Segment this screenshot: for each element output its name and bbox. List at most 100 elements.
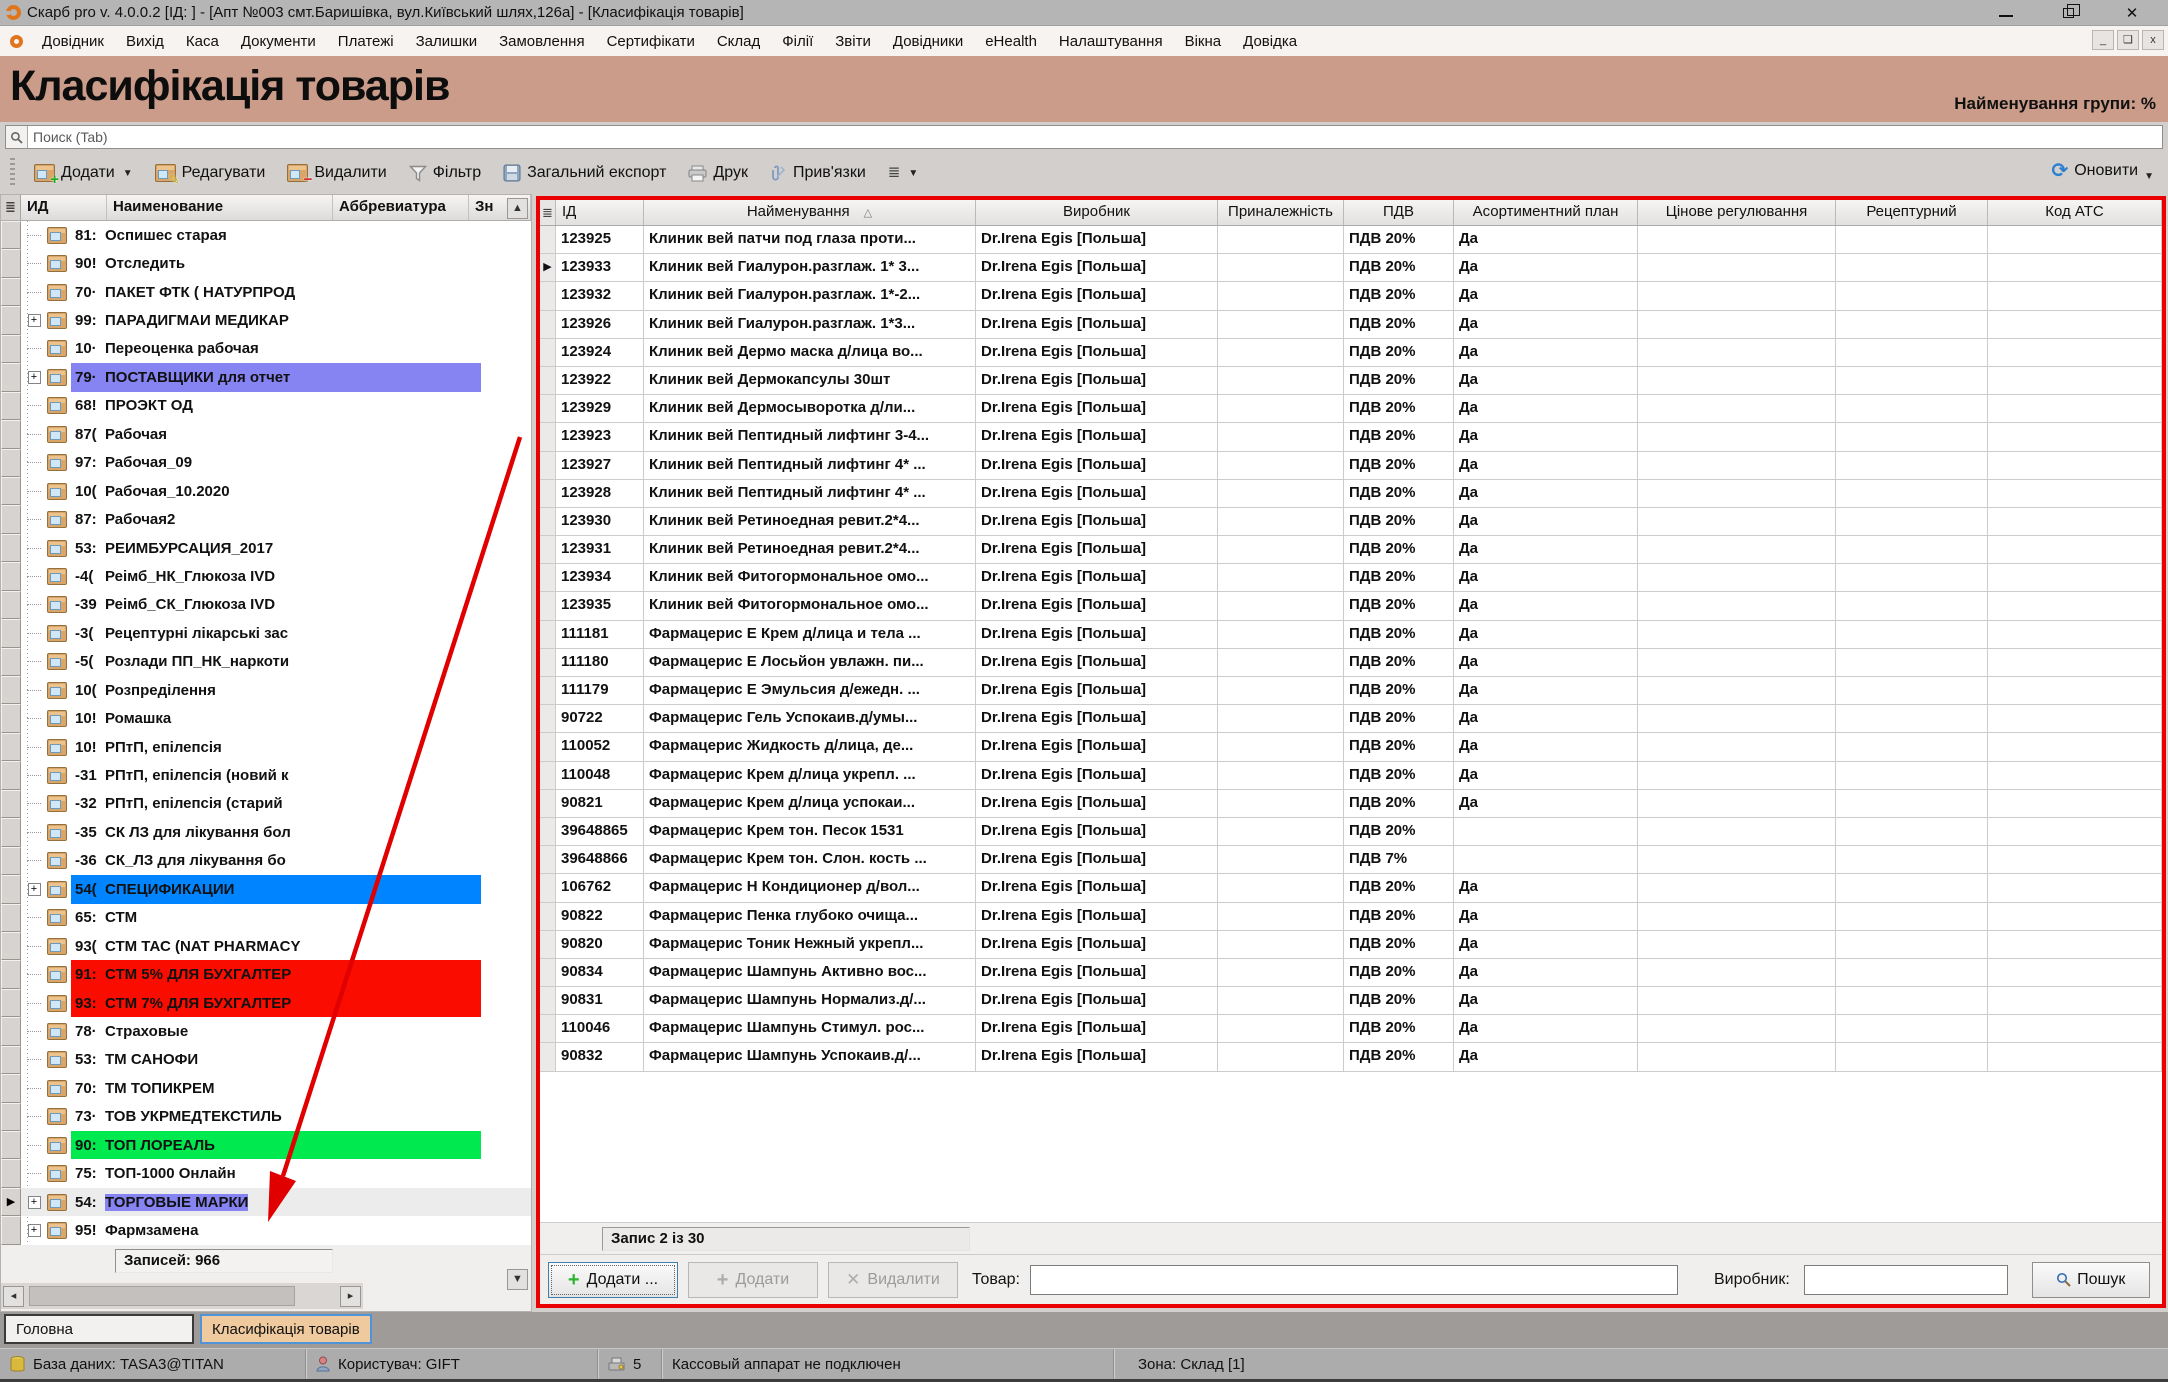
add-button[interactable]: + Додати▼ — [25, 160, 142, 186]
tree-row-selector[interactable] — [1, 591, 21, 619]
tree-row-selector[interactable] — [1, 505, 21, 533]
tree-row-selector[interactable] — [1, 534, 21, 562]
table-row[interactable]: 123930Клиник вей Ретиноедная ревит.2*4..… — [540, 508, 2162, 536]
table-row[interactable]: 123935Клиник вей Фитогормональное омо...… — [540, 592, 2162, 620]
table-row[interactable]: 123924Клиник вей Дермо маска д/лица во..… — [540, 339, 2162, 367]
close-button[interactable]: ✕ — [2124, 4, 2140, 22]
edit-button[interactable]: ✎ Редагувати — [146, 160, 275, 186]
tree-row[interactable]: +54(СПЕЦИФИКАЦИИ — [1, 875, 531, 903]
table-row[interactable]: 123932Клиник вей Гиалурон.разглаж. 1*-2.… — [540, 282, 2162, 310]
tree-row[interactable]: 73·ТОВ УКРМЕДТЕКСТИЛЬ — [1, 1103, 531, 1131]
tree-row-selector[interactable] — [1, 1046, 21, 1074]
tree-row-selector[interactable] — [1, 989, 21, 1017]
tree-row[interactable]: 65:СТМ — [1, 904, 531, 932]
maker-input[interactable] — [1804, 1265, 2008, 1295]
tree-row[interactable]: -39Реімб_СК_Глюкоза IVD — [1, 591, 531, 619]
row-selector[interactable] — [540, 311, 556, 338]
table-row[interactable]: ▶123933Клиник вей Гиалурон.разглаж. 1* 3… — [540, 254, 2162, 282]
expand-plus-icon[interactable]: + — [28, 883, 41, 896]
tree-horizontal-scrollbar[interactable]: ◂ ▸ — [1, 1283, 363, 1309]
tree-row[interactable]: 53:ТМ САНОФИ — [1, 1046, 531, 1074]
expand-plus-icon[interactable]: + — [28, 314, 41, 327]
row-selector[interactable] — [540, 874, 556, 901]
tree-row-selector[interactable] — [1, 420, 21, 448]
tree-row-content[interactable]: -32РПтП, епілепсія (старий — [21, 790, 531, 818]
tree-row-content[interactable]: 78·Страховые — [21, 1017, 531, 1045]
table-col-id[interactable]: ІД — [556, 200, 644, 225]
tree-col-id[interactable]: ИД — [21, 195, 107, 220]
tree-row-content[interactable]: 70·ПАКЕТ ФТК ( НАТУРПРОД — [21, 278, 531, 306]
tree-row[interactable]: 10·Переоценка рабочая — [1, 335, 531, 363]
row-selector[interactable] — [540, 931, 556, 958]
tree-row-content[interactable]: 73·ТОВ УКРМЕДТЕКСТИЛЬ — [21, 1103, 531, 1131]
tree-row-content[interactable]: +95!Фармзамена — [21, 1216, 531, 1244]
row-selector[interactable] — [540, 282, 556, 309]
tree-row-content[interactable]: +79·ПОСТАВЩИКИ для отчет — [21, 363, 531, 391]
tree-row[interactable]: +79·ПОСТАВЩИКИ для отчет — [1, 363, 531, 391]
table-row[interactable]: 110052Фармацерис Жидкость д/лица, де...D… — [540, 733, 2162, 761]
add-product-dialog-button[interactable]: + Додати ... — [548, 1262, 678, 1298]
tree-scroll-down-button[interactable]: ▼ — [507, 1269, 528, 1290]
table-col-atc[interactable]: Код АТС — [1988, 200, 2162, 225]
table-row[interactable]: 111181Фармацерис Е Крем д/лица и тела ..… — [540, 621, 2162, 649]
tree-row-selector[interactable] — [1, 1216, 21, 1244]
tree-row-selector[interactable] — [1, 704, 21, 732]
menu-item-платежі[interactable]: Платежі — [327, 33, 405, 50]
row-selector[interactable] — [540, 452, 556, 479]
table-row[interactable]: 111180Фармацерис Е Лосьйон увлажн. пи...… — [540, 649, 2162, 677]
table-row[interactable]: 123927Клиник вей Пептидный лифтинг 4* ..… — [540, 452, 2162, 480]
tree-row[interactable]: 78·Страховые — [1, 1017, 531, 1045]
table-col-prin[interactable]: Приналежність — [1218, 200, 1344, 225]
table-col-pdv[interactable]: ПДВ — [1344, 200, 1454, 225]
row-selector[interactable] — [540, 649, 556, 676]
table-col-name[interactable]: Найменування△ — [644, 200, 976, 225]
row-selector[interactable] — [540, 733, 556, 760]
expand-plus-icon[interactable]: + — [28, 1224, 41, 1237]
tree-row-content[interactable]: 97:Рабочая_09 — [21, 449, 531, 477]
tree-row[interactable]: 10(Розпреділення — [1, 676, 531, 704]
links-button[interactable]: Прив'язки — [761, 160, 875, 186]
menu-item-залишки[interactable]: Залишки — [405, 33, 489, 50]
menu-item-сертифікати[interactable]: Сертифікати — [596, 33, 706, 50]
menu-item-документи[interactable]: Документи — [230, 33, 327, 50]
tree-row-content[interactable]: 90!Отследить — [21, 249, 531, 277]
tree-row[interactable]: 97:Рабочая_09 — [1, 449, 531, 477]
tree-row-selector[interactable] — [1, 733, 21, 761]
table-col-cin[interactable]: Цінове регулювання — [1638, 200, 1836, 225]
tree-row-selector[interactable] — [1, 1131, 21, 1159]
table-row[interactable]: 111179Фармацерис Е Эмульсия д/ежедн. ...… — [540, 677, 2162, 705]
tree-row[interactable]: +99:ПАРАДИГМАИ МЕДИКАР — [1, 306, 531, 334]
tree-row[interactable]: -32РПтП, епілепсія (старий — [1, 790, 531, 818]
menu-item-налаштування[interactable]: Налаштування — [1048, 33, 1174, 50]
mdi-close-button[interactable]: x — [2142, 30, 2164, 50]
tree-row[interactable]: 10(Рабочая_10.2020 — [1, 477, 531, 505]
table-row[interactable]: 90834Фармацерис Шампунь Активно вос...Dr… — [540, 959, 2162, 987]
table-row[interactable]: 110046Фармацерис Шампунь Стимул. рос...D… — [540, 1015, 2162, 1043]
tree-row-content[interactable]: -4(Реімб_НК_Глюкоза IVD — [21, 562, 531, 590]
tree-row[interactable]: -36СК_ЛЗ для лікування бо — [1, 847, 531, 875]
tree-row[interactable]: -31РПтП, епілепсія (новий к — [1, 761, 531, 789]
tree-row-content[interactable]: 93:СТМ 7% ДЛЯ БУХГАЛТЕР — [21, 989, 531, 1017]
menu-item-філії[interactable]: Філії — [771, 33, 824, 50]
tree-row-content[interactable]: 10!РПтП, епілепсія — [21, 733, 531, 761]
tree-row[interactable]: +95!Фармзамена — [1, 1216, 531, 1244]
tree-row[interactable]: 93:СТМ 7% ДЛЯ БУХГАЛТЕР — [1, 989, 531, 1017]
menu-item-ehealth[interactable]: eHealth — [974, 33, 1048, 50]
tree-row-selector[interactable] — [1, 648, 21, 676]
tree-row-content[interactable]: 75:ТОП-1000 Онлайн — [21, 1159, 531, 1187]
restore-button[interactable] — [2063, 8, 2074, 18]
table-row[interactable]: 123923Клиник вей Пептидный лифтинг 3-4..… — [540, 423, 2162, 451]
expander-box[interactable]: + — [21, 1224, 47, 1237]
menu-item-замовлення[interactable]: Замовлення — [488, 33, 595, 50]
row-selector[interactable] — [540, 367, 556, 394]
tree-row-selector[interactable] — [1, 1103, 21, 1131]
row-selector[interactable] — [540, 480, 556, 507]
tree-row[interactable]: 70·ПАКЕТ ФТК ( НАТУРПРОД — [1, 278, 531, 306]
tree-row-content[interactable]: 10!Ромашка — [21, 704, 531, 732]
tree-col-abbr[interactable]: Аббревиатура — [333, 195, 469, 220]
tree-row-selector[interactable] — [1, 619, 21, 647]
table-row[interactable]: 123934Клиник вей Фитогормональное омо...… — [540, 564, 2162, 592]
tree-row-content[interactable]: +99:ПАРАДИГМАИ МЕДИКАР — [21, 306, 531, 334]
tree-row-selector[interactable] — [1, 1017, 21, 1045]
tree-row-selector[interactable] — [1, 249, 21, 277]
